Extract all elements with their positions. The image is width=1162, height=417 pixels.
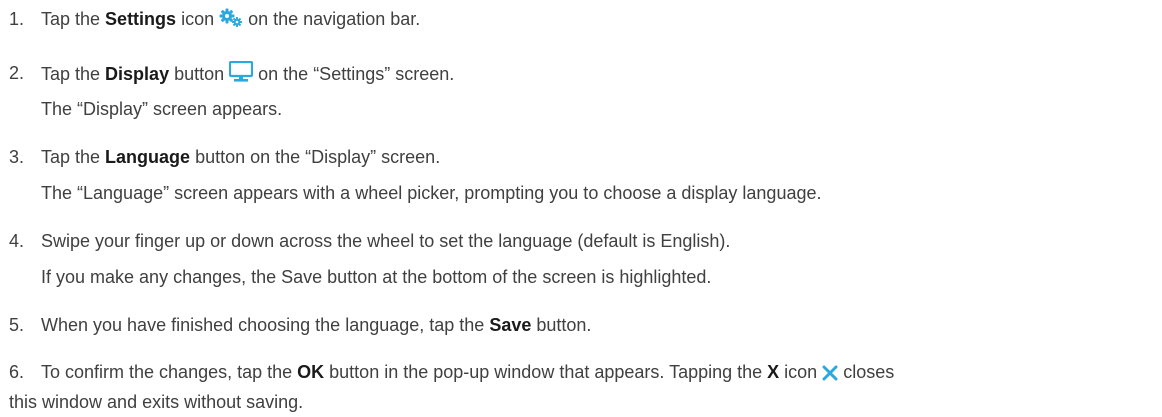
step-text: Swipe your finger up or down across the …: [41, 231, 731, 251]
language-term: Language: [105, 147, 191, 167]
step-number: 6.: [9, 362, 25, 382]
step-number: 5.: [9, 315, 25, 335]
ok-term: OK: [297, 362, 325, 382]
step-text-part: When you have finished choosing the lang…: [41, 315, 490, 335]
step-text-part: closes: [838, 362, 895, 382]
close-x-icon: [822, 365, 838, 381]
step-text-part: icon: [176, 9, 215, 29]
step-note: The “Language” screen appears with a whe…: [41, 183, 822, 203]
save-term: Save: [489, 315, 532, 335]
step-number: 4.: [9, 231, 25, 251]
step-text: Tap the Settings icon on the navigation …: [41, 7, 420, 31]
step-text: Tap the Display button on the “Settings”…: [41, 61, 454, 86]
step-text-part: button on the “Display” screen.: [190, 147, 441, 167]
step-text-part: on the navigation bar.: [243, 9, 421, 29]
step-text-part: icon: [779, 362, 818, 382]
step-text: To confirm the changes, tap the OK butto…: [41, 360, 894, 384]
display-term: Display: [105, 64, 170, 84]
step-text: Tap the Language button on the “Display”…: [41, 145, 440, 169]
instruction-steps: 1. Tap the Settings icon on the navigati…: [0, 0, 1162, 417]
step-text-part: button.: [531, 315, 592, 335]
step-note: If you make any changes, the Save button…: [41, 267, 712, 287]
step-text-part: To confirm the changes, tap the: [41, 362, 298, 382]
step-text-part: Tap the: [41, 9, 106, 29]
step-text-part: button: [169, 64, 225, 84]
step-text-part: Tap the: [41, 147, 106, 167]
display-monitor-icon: [229, 61, 254, 83]
step-note: The “Display” screen appears.: [41, 99, 283, 119]
step-text-part: on the “Settings” screen.: [253, 64, 455, 84]
step-text-part: Tap the: [41, 64, 106, 84]
step-number: 2.: [9, 63, 25, 83]
step-note: this window and exits without saving.: [9, 392, 304, 412]
x-term: X: [767, 362, 780, 382]
step-number: 3.: [9, 147, 25, 167]
settings-term: Settings: [105, 9, 177, 29]
step-text-part: button in the pop-up window that appears…: [324, 362, 768, 382]
settings-gears-icon: [219, 8, 243, 28]
step-number: 1.: [9, 9, 25, 29]
step-text: When you have finished choosing the lang…: [41, 313, 591, 337]
